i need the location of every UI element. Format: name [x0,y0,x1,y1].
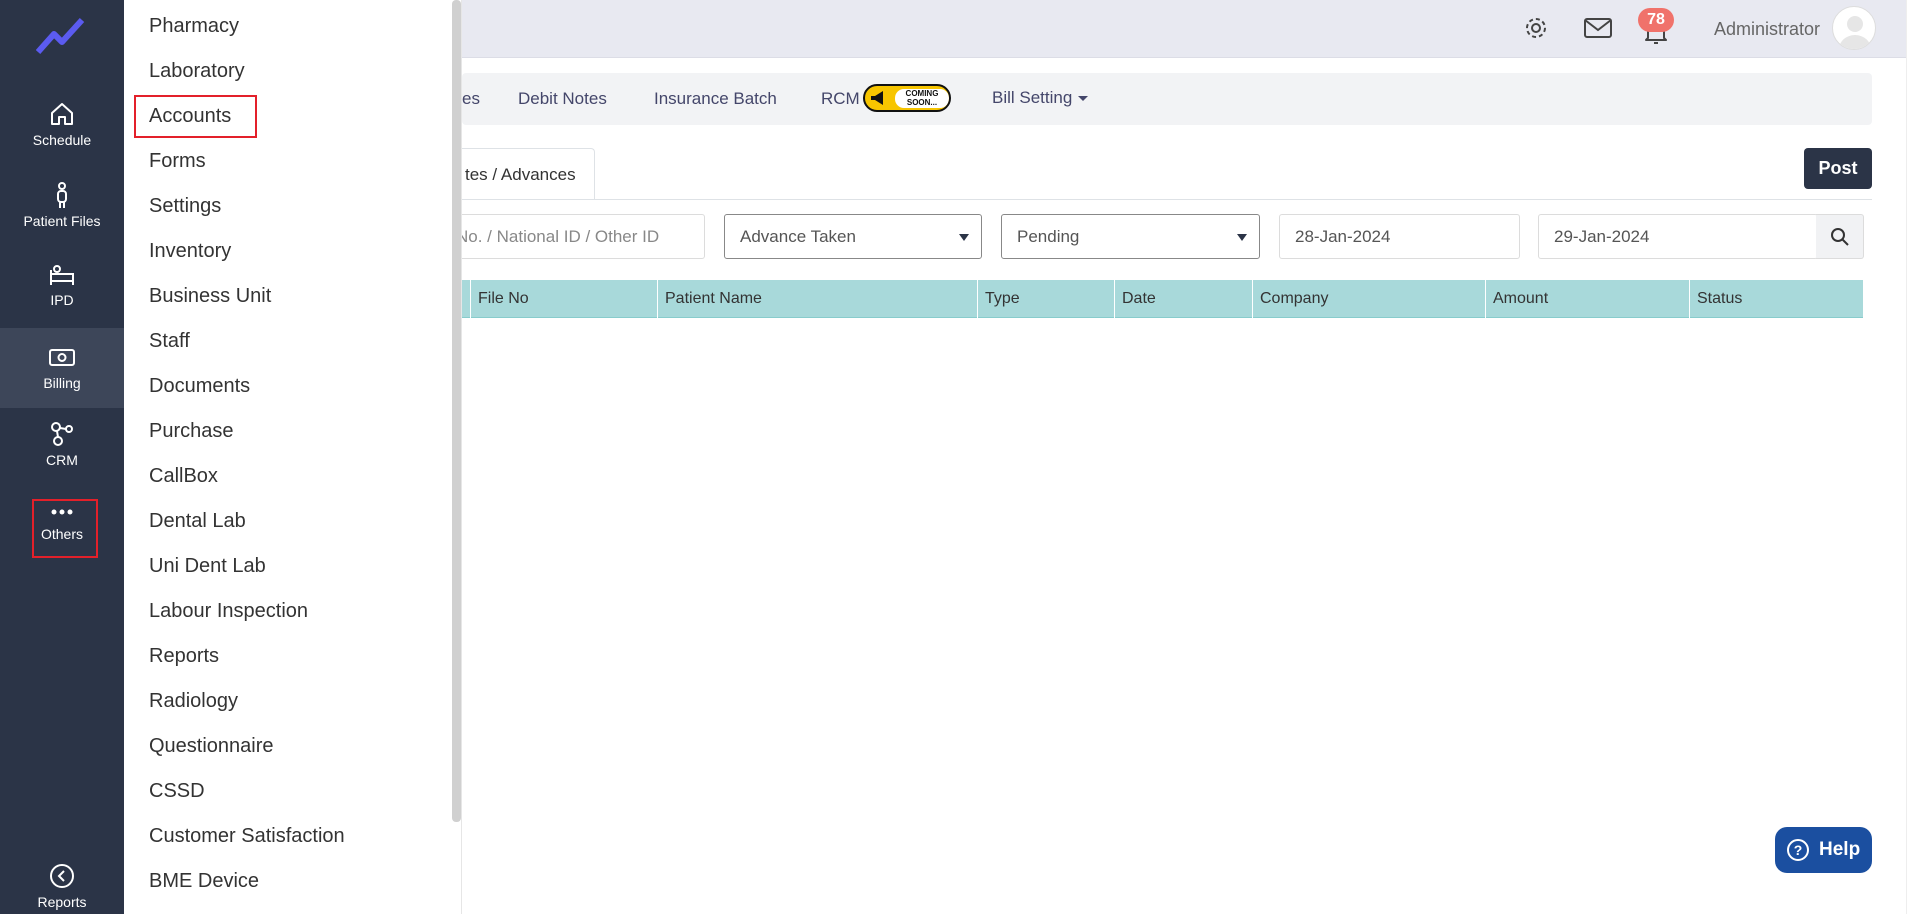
user-name[interactable]: Administrator [1714,19,1820,40]
to-date-input[interactable]: 29-Jan-2024 [1538,214,1818,259]
menu-item-reports[interactable]: Reports [149,645,219,668]
megaphone-icon [871,91,883,105]
help-button[interactable]: ? Help [1775,827,1872,873]
column-company[interactable]: Company [1252,280,1485,318]
tab-label: tes / Advances [465,165,576,184]
tab-notes-advances[interactable]: tes / Advances [440,148,595,200]
from-date-input[interactable]: 28-Jan-2024 [1279,214,1520,259]
table-header: File No Patient Name Type Date Company A… [462,280,1863,318]
menu-item-inventory[interactable]: Inventory [149,240,231,263]
sidebar-item-label: Billing [43,375,81,391]
others-highlight-box [32,499,98,558]
advance-type-select[interactable]: Advance Taken [724,214,982,259]
page-scrollbar[interactable] [1906,0,1919,914]
sidebar-item-label: IPD [50,292,74,308]
column-patient-name[interactable]: Patient Name [657,280,977,318]
status-select[interactable]: Pending [1001,214,1260,259]
person-icon [57,182,67,208]
user-avatar-icon [1839,16,1871,49]
sidebar-item-label: Schedule [32,132,92,148]
sidebar-item-crm[interactable]: CRM [0,420,124,468]
mail-icon[interactable] [1583,14,1613,42]
home-icon [51,103,73,125]
post-button[interactable]: Post [1804,148,1872,189]
caret-down-icon [1078,96,1089,102]
menu-item-customer-satisfaction[interactable]: Customer Satisfaction [149,825,345,848]
bill-setting-dropdown[interactable]: Bill Setting [992,88,1089,108]
column-type[interactable]: Type [977,280,1114,318]
menu-item-staff[interactable]: Staff [149,330,190,353]
menu-item-dental-lab[interactable]: Dental Lab [149,510,246,533]
column-file-no[interactable]: File No [470,280,657,318]
menu-item-cssd[interactable]: CSSD [149,780,205,803]
subnav-item-debit-notes[interactable]: Debit Notes [518,89,607,109]
menu-scrollbar[interactable] [452,0,461,822]
coming-soon-text: COMING SOON... [895,89,949,108]
sidebar-item-schedule[interactable]: Schedule [0,100,124,148]
bill-setting-label: Bill Setting [992,88,1073,107]
menu-item-labour-inspection[interactable]: Labour Inspection [149,600,308,623]
bed-icon [50,265,74,285]
coming-soon-badge: COMING SOON... [863,84,951,112]
top-header [462,0,1919,58]
sidebar-item-label: Patient Files [23,213,101,229]
caret-down-icon [959,234,969,241]
accounts-highlight-box [134,95,257,138]
sidebar-item-patient-files[interactable]: Patient Files [0,181,124,229]
main-sidebar: Schedule Patient Files IPD Billing CRM O… [0,0,124,914]
menu-item-settings[interactable]: Settings [149,195,221,218]
help-label: Help [1819,839,1861,860]
sidebar-item-label: CRM [46,452,78,468]
tab-divider [462,199,1872,200]
search-button[interactable] [1816,214,1864,259]
column-status[interactable]: Status [1689,280,1863,318]
sidebar-item-ipd[interactable]: IPD [0,260,124,308]
search-icon [1831,228,1849,246]
sidebar-item-label: Reports [37,894,87,910]
status-value: Pending [1017,227,1080,246]
menu-item-pharmacy[interactable]: Pharmacy [149,15,239,38]
menu-item-forms[interactable]: Forms [149,150,206,173]
logo-icon[interactable] [36,16,86,56]
menu-item-radiology[interactable]: Radiology [149,690,238,713]
subnav-item-rcm[interactable]: RCM [821,89,860,109]
menu-item-laboratory[interactable]: Laboratory [149,60,245,83]
sidebar-item-reports[interactable]: Reports [0,862,124,910]
chevron-left-circle-icon [50,864,74,888]
network-icon [51,422,73,446]
advance-type-value: Advance Taken [740,227,856,246]
avatar[interactable] [1832,6,1876,50]
money-icon [49,349,75,366]
menu-item-uni-dent-lab[interactable]: Uni Dent Lab [149,555,266,578]
question-icon: ? [1787,839,1809,861]
column-date[interactable]: Date [1114,280,1252,318]
menu-item-documents[interactable]: Documents [149,375,250,398]
menu-item-purchase[interactable]: Purchase [149,420,234,443]
column-amount[interactable]: Amount [1485,280,1689,318]
menu-item-bme-device[interactable]: BME Device [149,870,259,893]
menu-item-business-unit[interactable]: Business Unit [149,285,271,308]
notification-badge: 78 [1638,8,1674,32]
menu-item-questionnaire[interactable]: Questionnaire [149,735,274,758]
menu-item-callbox[interactable]: CallBox [149,465,218,488]
patient-id-search-input[interactable]: No. / National ID / Other ID [440,214,705,259]
subnav-item-partial[interactable]: es [462,89,480,109]
caret-down-icon [1237,234,1247,241]
sidebar-item-billing[interactable]: Billing [0,328,124,408]
gear-icon[interactable] [1522,14,1550,42]
subnav-item-insurance-batch[interactable]: Insurance Batch [654,89,777,109]
